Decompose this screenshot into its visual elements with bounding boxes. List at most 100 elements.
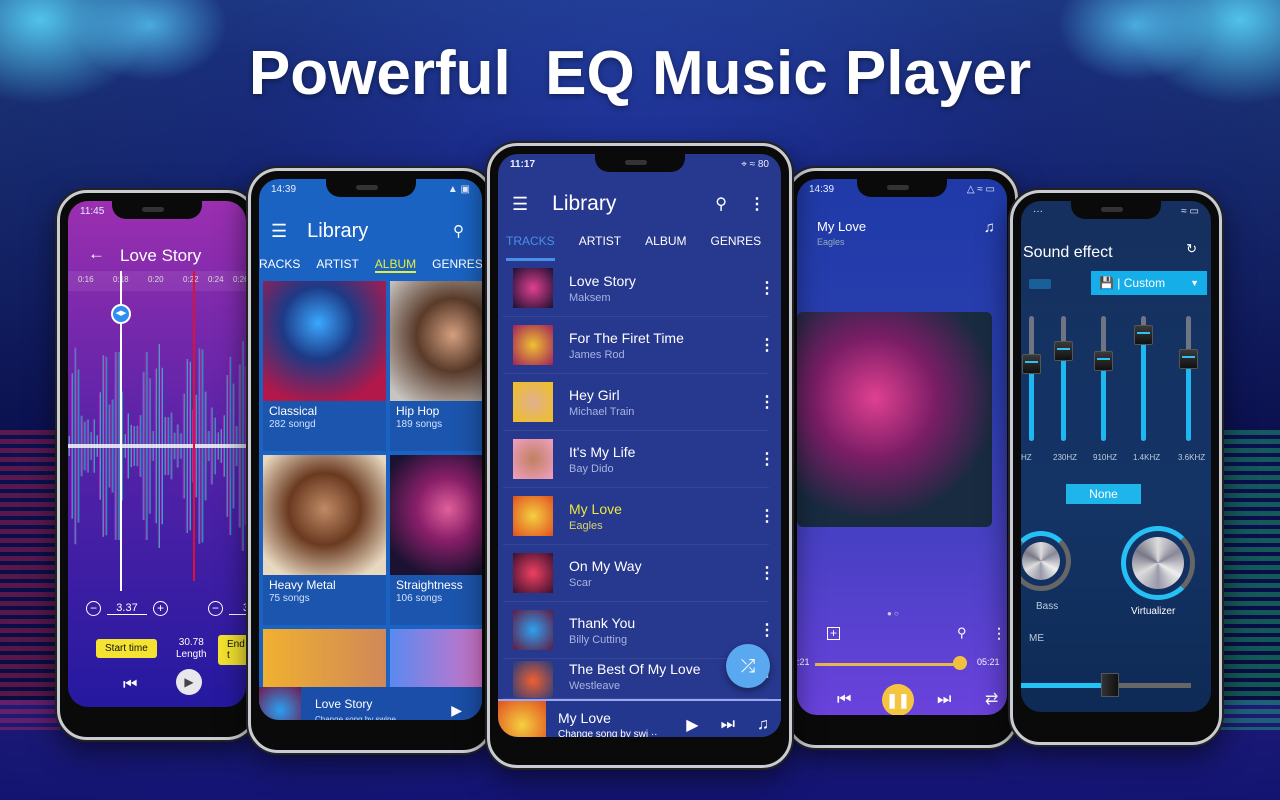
reverb-preset-button[interactable]: None	[1066, 484, 1141, 504]
eq-band-slider[interactable]	[1022, 316, 1041, 441]
pause-button[interactable]: ❚❚	[882, 684, 914, 715]
play-button[interactable]: ▶	[176, 669, 202, 695]
bass-knob[interactable]	[1021, 531, 1071, 591]
start-stepper: − 3.37 +	[86, 601, 168, 616]
track-row[interactable]: For The Firet Time James Rod ⋮	[503, 317, 775, 374]
right-equalizer-bars-decoration	[1220, 430, 1280, 730]
end-value[interactable]: 34	[229, 602, 246, 615]
more-vert-icon[interactable]: ⋮	[759, 506, 775, 526]
minus-icon[interactable]: −	[208, 601, 223, 616]
tab-artist[interactable]: ARTIST	[316, 257, 358, 273]
headline: Powerful EQ Music Player	[248, 39, 1032, 108]
start-value[interactable]: 3.37	[107, 602, 147, 615]
album-card[interactable]: Hip Hop 189 songs	[390, 281, 482, 451]
eq-band-thumb[interactable]	[1054, 341, 1073, 361]
back-arrow-icon[interactable]: ←	[88, 244, 105, 264]
album-card[interactable]	[263, 629, 386, 689]
album-card[interactable]: Classical 282 songd	[263, 281, 386, 451]
preset-dropdown[interactable]: 💾 | Custom ▼	[1091, 271, 1207, 295]
album-card[interactable]: Straightness 106 songs	[390, 455, 482, 625]
more-vert-icon[interactable]: ⋮	[759, 563, 775, 583]
timeline-ruler[interactable]: 0:16 0:18 0:20 0:22 0:24 0:26	[68, 271, 246, 291]
tab-genres[interactable]: GENRES	[710, 234, 761, 261]
seek-thumb[interactable]	[952, 656, 967, 670]
lyrics-search-icon[interactable]: ⚲	[957, 625, 967, 641]
more-vert-icon[interactable]: ⋮	[992, 625, 1006, 642]
more-vert-icon[interactable]: ⋮	[759, 335, 775, 355]
more-vert-icon[interactable]: ⋮	[749, 194, 765, 214]
seek-progress	[815, 663, 960, 666]
album-grid: Classical 282 songd Hip Hop 189 songs Heav…	[263, 281, 482, 689]
reset-icon[interactable]: ↻	[1186, 241, 1197, 257]
start-time-button[interactable]: Start time	[96, 639, 157, 658]
tab-album[interactable]: ALBUM	[374, 257, 417, 273]
phone-album-library: 14:39 ▲ ▣ ☰ Library ⚲ RACKS ARTIST ALBUM …	[248, 168, 493, 753]
eq-band-slider[interactable]	[1054, 316, 1073, 441]
now-playing-bar[interactable]: My Love Change song by swi ·· ▶ ⏭ ♫	[498, 699, 781, 737]
eq-band-thumb[interactable]	[1179, 348, 1198, 369]
menu-icon[interactable]: ☰	[271, 221, 287, 242]
play-icon[interactable]: ▶	[686, 715, 698, 735]
skip-next-icon[interactable]: ⏭	[721, 716, 735, 734]
eq-band-thumb[interactable]	[1094, 351, 1113, 371]
minus-icon[interactable]: −	[86, 601, 101, 616]
more-vert-icon[interactable]: ⋮	[759, 392, 775, 412]
playlist-icon[interactable]: ♫	[984, 219, 995, 236]
save-icon[interactable]: 💾	[1099, 276, 1114, 290]
track-row-playing[interactable]: My Love Eagles ⋮	[503, 488, 775, 545]
tab-album[interactable]: ALBUM	[645, 234, 686, 261]
album-cover	[390, 455, 482, 575]
shuffle-button[interactable]: ⤮	[726, 644, 770, 688]
menu-icon[interactable]: ☰	[512, 194, 528, 215]
eq-band-fill	[1141, 334, 1146, 441]
playlist-icon[interactable]: ♫	[757, 716, 769, 734]
phone-sound-effect: ··· ≈ ▭ Sound effect ↻ 💾 | Custom ▼ HZ 230H…	[1010, 190, 1222, 745]
eq-band-thumb[interactable]	[1022, 353, 1041, 374]
eq-band-thumb[interactable]	[1134, 324, 1153, 345]
volume-label: ME	[1029, 633, 1044, 644]
battery-indicator: ⌖ ≈ 80	[741, 159, 769, 170]
track-row[interactable]: Hey Girl Michael Train ⋮	[503, 374, 775, 431]
eq-band-fill	[1186, 358, 1191, 441]
repeat-order-icon[interactable]: ⇄	[985, 689, 998, 709]
eq-band-slider[interactable]	[1094, 316, 1113, 441]
eq-band-fill	[1101, 361, 1106, 441]
eq-band-label: 910HZ	[1093, 453, 1118, 462]
eq-toggle[interactable]	[1029, 279, 1051, 289]
album-card[interactable]	[390, 629, 482, 689]
track-row[interactable]: On My Way Scar ⋮	[503, 545, 775, 602]
search-icon[interactable]: ⚲	[453, 222, 464, 240]
track-row[interactable]: It's My Life Bay Dido ⋮	[503, 431, 775, 488]
more-vert-icon[interactable]: ⋮	[759, 278, 775, 298]
track-thumbnail	[513, 325, 553, 365]
mini-player[interactable]: Love Story Change song by swipe ▶	[259, 687, 482, 720]
page-title: Library	[552, 192, 617, 215]
waveform[interactable]	[68, 321, 246, 571]
tab-artist[interactable]: ARTIST	[579, 234, 621, 261]
end-time-button[interactable]: End t	[218, 635, 246, 665]
tab-genres[interactable]: GENRES	[432, 257, 482, 273]
skip-previous-icon[interactable]: ⏮	[123, 676, 137, 694]
plus-icon[interactable]: +	[153, 601, 168, 616]
album-card[interactable]: Heavy Metal 75 songs	[263, 455, 386, 625]
volume-thumb[interactable]	[1101, 673, 1119, 697]
skip-previous-icon[interactable]: ⏮	[837, 691, 851, 709]
album-cover	[390, 629, 482, 689]
virtualizer-label: Virtualizer	[1131, 606, 1176, 617]
tab-tracks[interactable]: RACKS	[259, 257, 300, 273]
add-to-playlist-icon[interactable]: +	[827, 627, 840, 640]
drag-handle-icon[interactable]: ◀▶	[111, 304, 131, 324]
search-icon[interactable]: ⚲	[715, 194, 727, 214]
track-thumbnail	[513, 382, 553, 422]
play-icon[interactable]: ▶	[451, 702, 462, 719]
eq-band-slider[interactable]	[1179, 316, 1198, 441]
skip-next-icon[interactable]: ⏭	[937, 691, 951, 709]
eq-band-slider[interactable]	[1134, 316, 1153, 441]
more-vert-icon[interactable]: ⋮	[759, 620, 775, 640]
track-row[interactable]: Love Story Maksem ⋮	[503, 260, 775, 317]
track-row[interactable]: Thank You Billy Cutting ⋮	[503, 602, 775, 659]
virtualizer-knob[interactable]	[1121, 526, 1195, 600]
track-thumbnail	[513, 268, 553, 308]
tab-tracks[interactable]: TRACKS	[506, 234, 555, 261]
more-vert-icon[interactable]: ⋮	[759, 449, 775, 469]
